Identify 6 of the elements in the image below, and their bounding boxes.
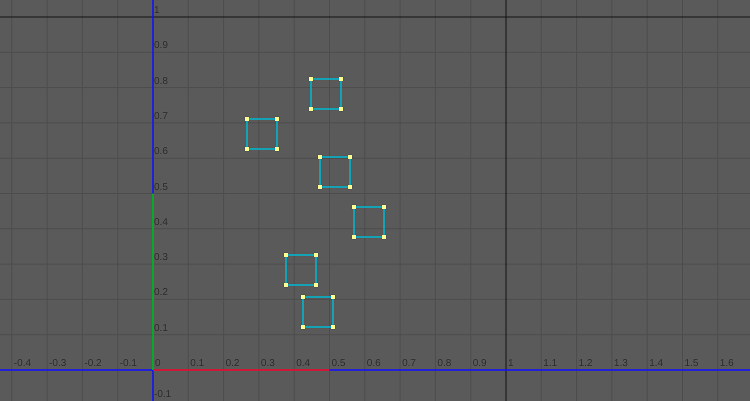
uv-shell[interactable] [309, 77, 343, 111]
uv-shell[interactable] [245, 117, 279, 151]
uv-shell[interactable] [318, 155, 352, 189]
uv-shell[interactable] [284, 253, 318, 287]
uv-shell[interactable] [352, 205, 386, 239]
uv-shell[interactable] [301, 295, 335, 329]
